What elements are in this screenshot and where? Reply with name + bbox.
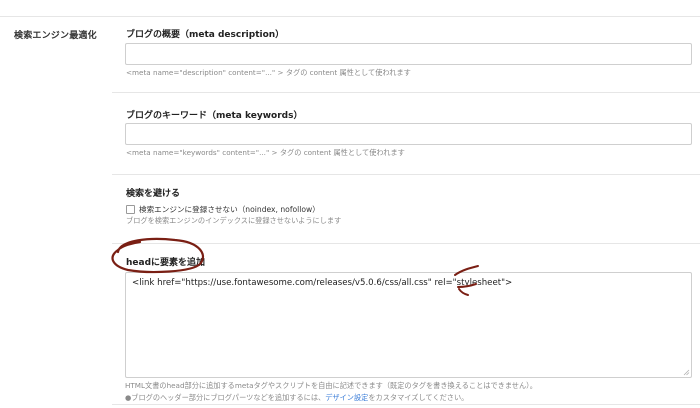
meta-description-input[interactable] <box>125 43 692 65</box>
divider <box>112 92 700 93</box>
head-elements-title: headに要素を追加 <box>126 258 206 268</box>
head-elements-textarea[interactable]: <link href="https://use.fontawesome.com/… <box>125 272 692 378</box>
head-elements-help-1: HTML文書のhead部分に追加するmetaタグやスクリプトを自由に記述できます… <box>125 381 537 390</box>
meta-description-help: <meta name="description" content="..." >… <box>126 68 411 77</box>
avoid-search-help: ブログを検索エンジンのインデックスに登録させないようにします <box>126 216 342 225</box>
noindex-checkbox-row[interactable]: 検索エンジンに登録させない（noindex, nofollow） <box>126 203 320 215</box>
help-2-prefix: ●ブログのヘッダー部分にブログパーツなどを追加するには、 <box>125 393 326 402</box>
bottom-divider <box>112 404 700 405</box>
divider <box>112 174 700 175</box>
avoid-search-title: 検索を避ける <box>126 189 181 199</box>
meta-keywords-title: ブログのキーワード（meta keywords） <box>126 111 303 121</box>
resize-grip-icon[interactable] <box>683 369 690 376</box>
design-settings-link[interactable]: デザイン設定 <box>325 393 368 402</box>
meta-keywords-help: <meta name="keywords" content="..." > タグ… <box>126 148 405 157</box>
divider <box>112 243 700 244</box>
head-elements-help-2: ●ブログのヘッダー部分にブログパーツなどを追加するには、デザイン設定をカスタマイ… <box>125 393 468 403</box>
head-elements-textarea-value[interactable]: <link href="https://use.fontawesome.com/… <box>132 278 512 288</box>
section-label-seo: 検索エンジン最適化 <box>14 31 97 41</box>
noindex-checkbox-label[interactable]: 検索エンジンに登録させない（noindex, nofollow） <box>139 204 320 215</box>
meta-description-title: ブログの概要（meta description） <box>126 30 285 40</box>
settings-page: 検索エンジン最適化 ブログの概要（meta description） <meta… <box>0 0 700 408</box>
meta-keywords-input[interactable] <box>125 123 692 145</box>
help-2-suffix: をカスタマイズしてください。 <box>368 393 469 402</box>
noindex-checkbox[interactable] <box>126 204 135 214</box>
top-divider <box>0 16 700 17</box>
